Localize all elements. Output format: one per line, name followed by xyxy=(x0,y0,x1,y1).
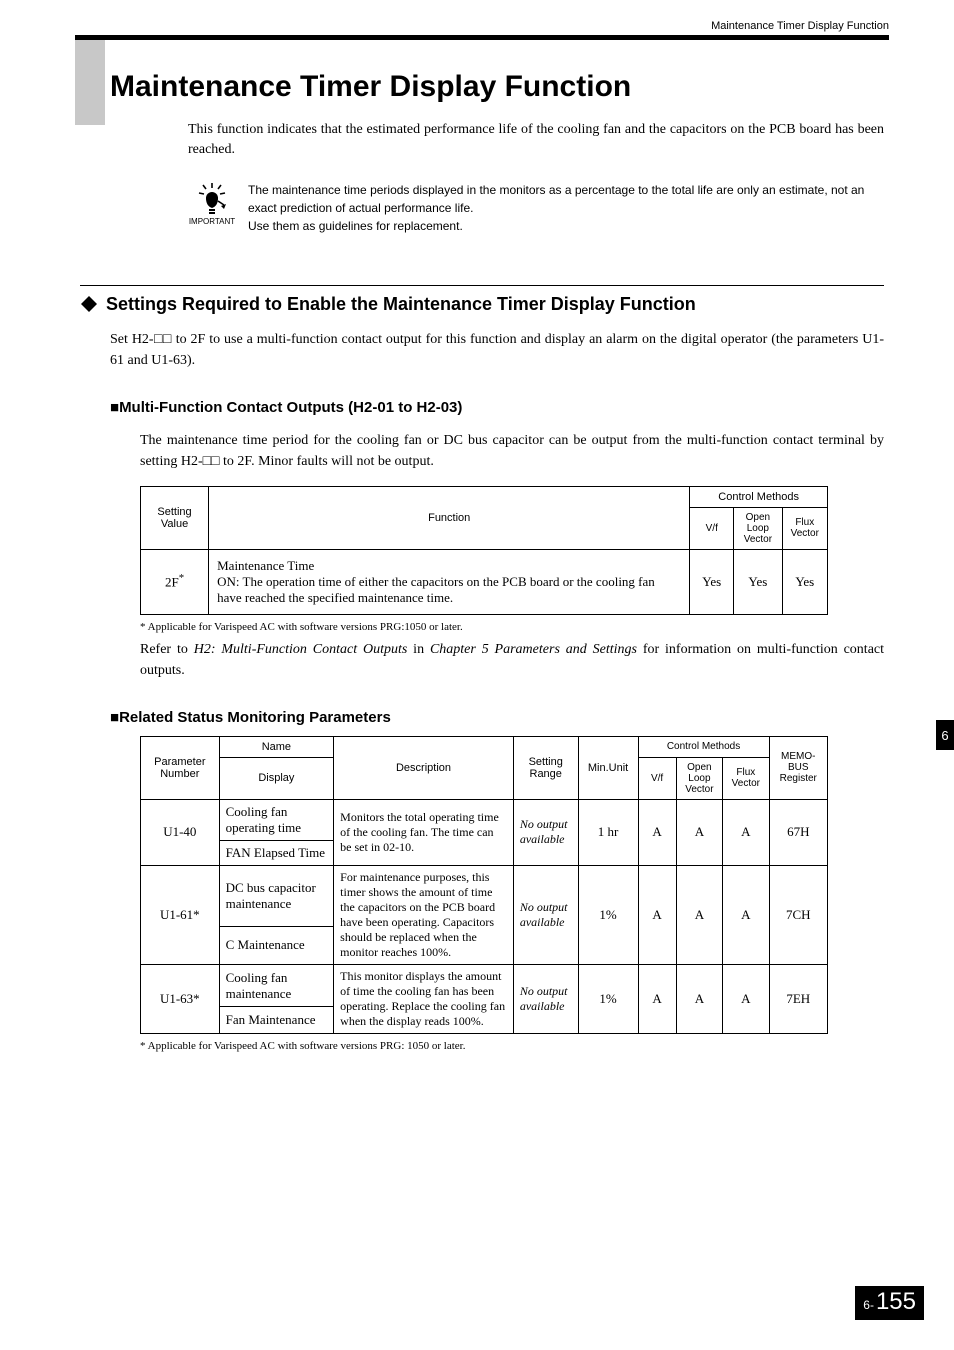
cell-unit: 1% xyxy=(578,964,638,1033)
cell-setting-value: 2F* xyxy=(141,549,209,614)
th2-unit: Min.Unit xyxy=(578,736,638,799)
cell-range: No output available xyxy=(513,865,578,964)
table-row: U1-61* DC bus capacitor maintenance For … xyxy=(141,865,828,927)
cell-fv: A xyxy=(723,799,769,865)
cell-desc: This monitor displays the amount of time… xyxy=(334,964,514,1033)
header-rule xyxy=(75,35,889,40)
setting-value-sup: * xyxy=(179,572,184,584)
th2-cm: Control Methods xyxy=(638,736,769,757)
cell-vf: Yes xyxy=(690,549,734,614)
cell-function: Maintenance Time ON: The operation time … xyxy=(209,549,690,614)
setting-value-text: 2F xyxy=(165,575,179,590)
cell-unit: 1% xyxy=(578,865,638,964)
chapter-tab: 6 xyxy=(936,720,954,750)
cell-olv: A xyxy=(676,964,722,1033)
subhead-2: ■Related Status Monitoring Parameters xyxy=(110,709,884,726)
running-header: Maintenance Timer Display Function xyxy=(75,20,889,35)
table-row: U1-63* Cooling fan maintenance This moni… xyxy=(141,964,828,1007)
section-heading-text: Settings Required to Enable the Maintena… xyxy=(106,294,696,315)
cell-memo: 7CH xyxy=(769,865,827,964)
section-body: Set H2-□□ to 2F to use a multi-function … xyxy=(110,329,884,371)
diamond-icon xyxy=(80,295,98,313)
page-prefix: 6- xyxy=(863,1298,874,1312)
cell-vf: A xyxy=(638,964,676,1033)
subhead-1: ■Multi-Function Contact Outputs (H2-01 t… xyxy=(110,399,884,416)
page-num: 155 xyxy=(876,1288,916,1316)
th-fv: Flux Vector xyxy=(782,507,827,549)
table-row: 2F* Maintenance Time ON: The operation t… xyxy=(141,549,828,614)
th-control-methods: Control Methods xyxy=(690,486,828,507)
page-number: 6- 155 xyxy=(855,1286,924,1320)
section-rule xyxy=(80,285,884,286)
table-monitoring-params: Parameter Number Name Description Settin… xyxy=(140,736,828,1034)
important-label: IMPORTANT xyxy=(188,217,236,226)
cell-fv: A xyxy=(723,865,769,964)
cell-name: Cooling fan maintenance xyxy=(219,964,334,1007)
cell-name: Cooling fan operating time xyxy=(219,799,334,840)
th2-desc: Description xyxy=(334,736,514,799)
cell-desc: Monitors the total operating time of the… xyxy=(334,799,514,865)
cell-olv: Yes xyxy=(734,549,782,614)
th-function: Function xyxy=(209,486,690,549)
refer-it1: H2: Multi-Function Contact Outputs xyxy=(194,642,408,657)
cell-desc: For maintenance purposes, this timer sho… xyxy=(334,865,514,964)
cell-display: FAN Elapsed Time xyxy=(219,840,334,865)
cell-param: U1-63* xyxy=(141,964,220,1033)
table-contact-outputs: Setting Value Function Control Methods V… xyxy=(140,486,828,615)
cell-range: No output available xyxy=(513,799,578,865)
refer-pre: Refer to xyxy=(140,642,194,657)
cell-fv: Yes xyxy=(782,549,827,614)
important-icon: IMPORTANT xyxy=(188,181,236,226)
cell-vf: A xyxy=(638,865,676,964)
table-row: U1-40 Cooling fan operating time Monitor… xyxy=(141,799,828,840)
cell-param: U1-61* xyxy=(141,865,220,964)
cell-name: DC bus capacitor maintenance xyxy=(219,865,334,927)
section-heading: Settings Required to Enable the Maintena… xyxy=(80,294,884,315)
cell-vf: A xyxy=(638,799,676,865)
intro-text: This function indicates that the estimat… xyxy=(188,120,884,161)
th2-range: Setting Range xyxy=(513,736,578,799)
important-line2: Use them as guidelines for replacement. xyxy=(248,219,463,233)
sub1-body: The maintenance time period for the cool… xyxy=(140,430,884,472)
th2-param: Parameter Number xyxy=(141,736,220,799)
refer-mid: in xyxy=(407,642,430,657)
th2-name: Name xyxy=(219,736,334,757)
important-line1: The maintenance time periods displayed i… xyxy=(248,183,864,215)
title-accent xyxy=(75,40,105,125)
subhead-1-text: Multi-Function Contact Outputs (H2-01 to… xyxy=(119,399,462,416)
cell-olv: A xyxy=(676,799,722,865)
cell-display: C Maintenance xyxy=(219,927,334,965)
cell-unit: 1 hr xyxy=(578,799,638,865)
th-olv: Open Loop Vector xyxy=(734,507,782,549)
cell-memo: 67H xyxy=(769,799,827,865)
refer-text: Refer to H2: Multi-Function Contact Outp… xyxy=(140,639,884,681)
cell-olv: A xyxy=(676,865,722,964)
th-setting-value: Setting Value xyxy=(141,486,209,549)
th2-display: Display xyxy=(219,757,334,799)
th-vf: V/f xyxy=(690,507,734,549)
important-text: The maintenance time periods displayed i… xyxy=(248,181,884,235)
footnote-1: * Applicable for Varispeed AC with softw… xyxy=(140,621,884,633)
th2-memo: MEMO-BUS Register xyxy=(769,736,827,799)
title-block: Maintenance Timer Display Function xyxy=(80,70,884,104)
cell-range: No output available xyxy=(513,964,578,1033)
th2-vf: V/f xyxy=(638,757,676,799)
footnote-2: * Applicable for Varispeed AC with softw… xyxy=(140,1040,884,1052)
th2-fv: Flux Vector xyxy=(723,757,769,799)
subhead-2-text: Related Status Monitoring Parameters xyxy=(119,709,391,726)
cell-fv: A xyxy=(723,964,769,1033)
cell-display: Fan Maintenance xyxy=(219,1007,334,1033)
page-title: Maintenance Timer Display Function xyxy=(110,70,884,104)
important-callout: IMPORTANT The maintenance time periods d… xyxy=(188,181,884,235)
cell-param: U1-40 xyxy=(141,799,220,865)
cell-memo: 7EH xyxy=(769,964,827,1033)
refer-it2: Chapter 5 Parameters and Settings xyxy=(430,642,637,657)
th2-olv: Open Loop Vector xyxy=(676,757,722,799)
